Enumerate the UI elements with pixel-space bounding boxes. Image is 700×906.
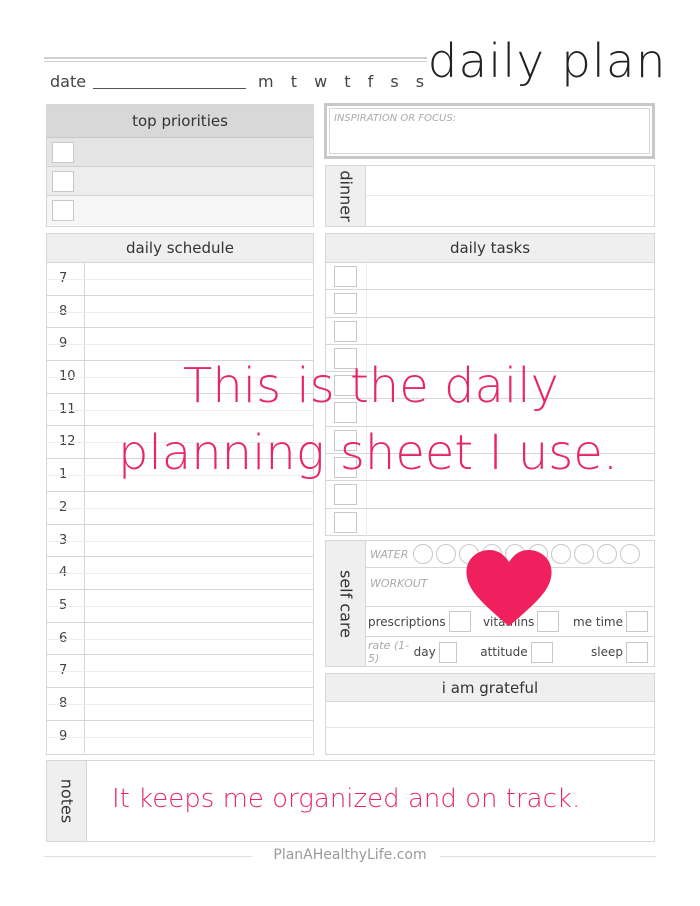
footer-website: PlanAHealthyLife.com — [0, 847, 700, 863]
schedule-row[interactable]: 2 — [47, 491, 313, 525]
heart-icon — [466, 550, 552, 627]
rate-label: rate (1-5) — [368, 639, 410, 665]
date-field[interactable] — [93, 88, 246, 89]
prescriptions-label: prescriptions — [368, 614, 446, 629]
weekday-fri[interactable]: f — [368, 72, 374, 91]
dinner-section: dinner — [325, 165, 655, 227]
water-glass-circle[interactable] — [620, 544, 641, 564]
weekday-selector: m t w t f s s — [258, 72, 431, 91]
grateful-header: i am grateful — [326, 674, 654, 702]
half-hour-line — [47, 671, 313, 673]
sleep-rating-box[interactable] — [625, 641, 648, 663]
overlay-caption-line1: This is the daily — [183, 358, 559, 414]
task-checkbox[interactable] — [334, 320, 357, 342]
task-checkbox[interactable] — [334, 266, 357, 287]
schedule-row[interactable]: 8 — [47, 295, 313, 329]
top-priorities-section: top priorities — [46, 104, 314, 227]
half-hour-line — [47, 638, 313, 640]
task-row[interactable] — [326, 263, 654, 291]
weekday-wed[interactable]: w — [314, 72, 327, 91]
sleep-rating-label: sleep — [591, 645, 623, 659]
overlay-caption-notes: It keeps me organized and on track. — [112, 784, 581, 814]
schedule-row[interactable]: 5 — [47, 589, 313, 623]
task-row[interactable] — [326, 508, 654, 536]
schedule-row[interactable]: 6 — [47, 622, 313, 656]
date-label: date — [50, 72, 87, 91]
schedule-row[interactable]: 3 — [47, 524, 313, 558]
grateful-line[interactable] — [326, 728, 654, 754]
grateful-line[interactable] — [326, 702, 654, 728]
priority-checkbox[interactable] — [52, 200, 74, 221]
dinner-label: dinner — [336, 170, 355, 222]
weekday-mon[interactable]: m — [258, 72, 274, 91]
water-glass-circle[interactable] — [436, 544, 457, 564]
half-hour-line — [47, 736, 313, 738]
half-hour-line — [47, 311, 313, 313]
workout-label: WORKOUT — [370, 577, 428, 590]
schedule-row[interactable]: 9 — [47, 720, 313, 754]
weekday-sat[interactable]: s — [390, 72, 398, 91]
schedule-row[interactable]: 7 — [47, 263, 313, 296]
task-divider — [366, 290, 367, 317]
water-glass-circle[interactable] — [574, 544, 595, 564]
notes-label: notes — [57, 778, 76, 824]
task-row[interactable] — [326, 317, 654, 345]
half-hour-line — [47, 507, 313, 509]
day-rating-label: day — [413, 645, 436, 659]
task-checkbox[interactable] — [334, 484, 357, 506]
dinner-side-label: dinner — [326, 166, 366, 226]
schedule-row[interactable]: 9 — [47, 328, 313, 362]
priority-checkbox[interactable] — [52, 142, 74, 163]
daily-schedule-section: daily schedule 7 8 9 10 11 12 1 2 3 4 5 6 7 8 9 — [46, 233, 314, 755]
water-glass-circle[interactable] — [597, 544, 618, 564]
half-hour-line — [47, 605, 313, 607]
task-divider — [366, 317, 367, 344]
self-care-side-label: self care — [326, 541, 366, 666]
attitude-rating-box[interactable] — [530, 641, 553, 663]
water-glass-circle[interactable] — [551, 544, 572, 564]
task-checkbox[interactable] — [334, 511, 357, 533]
half-hour-line — [47, 703, 313, 705]
attitude-rating-label: attitude — [480, 645, 528, 659]
inspiration-label: INSPIRATION OR FOCUS: — [329, 108, 650, 154]
priority-row[interactable] — [47, 138, 313, 167]
task-divider — [366, 508, 367, 536]
schedule-row[interactable]: 8 — [47, 687, 313, 721]
priority-row[interactable] — [47, 196, 313, 225]
self-care-ratings: rate (1-5) day attitude sleep — [366, 637, 654, 667]
header-double-rule — [44, 57, 427, 62]
water-glass-circle[interactable] — [413, 544, 434, 564]
weekday-sun[interactable]: s — [416, 72, 424, 91]
daily-tasks-header: daily tasks — [326, 234, 654, 263]
inspiration-box[interactable]: INSPIRATION OR FOCUS: — [324, 103, 655, 159]
half-hour-line — [47, 540, 313, 542]
schedule-row[interactable]: 7 — [47, 655, 313, 688]
half-hour-line — [47, 344, 313, 346]
priority-checkbox[interactable] — [52, 171, 74, 192]
schedule-row[interactable]: 4 — [47, 557, 313, 590]
task-checkbox[interactable] — [334, 293, 357, 315]
weekday-tue[interactable]: t — [291, 72, 297, 91]
day-rating-box[interactable] — [438, 641, 458, 663]
notes-side-label: notes — [47, 761, 87, 841]
task-row[interactable] — [326, 290, 654, 318]
task-divider — [366, 263, 367, 290]
me-time-checkbox[interactable] — [626, 611, 648, 632]
page-title: daily plan — [427, 34, 667, 88]
top-priorities-header: top priorities — [47, 105, 313, 138]
me-time-label: me time — [573, 614, 623, 629]
half-hour-line — [47, 573, 313, 575]
self-care-label: self care — [336, 569, 355, 638]
priority-row[interactable] — [47, 167, 313, 196]
daily-schedule-header: daily schedule — [47, 234, 313, 263]
water-label: WATER — [370, 547, 409, 561]
task-row[interactable] — [326, 481, 654, 509]
weekday-thu[interactable]: t — [344, 72, 350, 91]
task-divider — [366, 481, 367, 508]
grateful-section: i am grateful — [325, 673, 655, 755]
half-hour-line — [47, 279, 313, 280]
overlay-caption-line2: planning sheet I use. — [118, 425, 619, 481]
dinner-field[interactable] — [366, 166, 654, 226]
